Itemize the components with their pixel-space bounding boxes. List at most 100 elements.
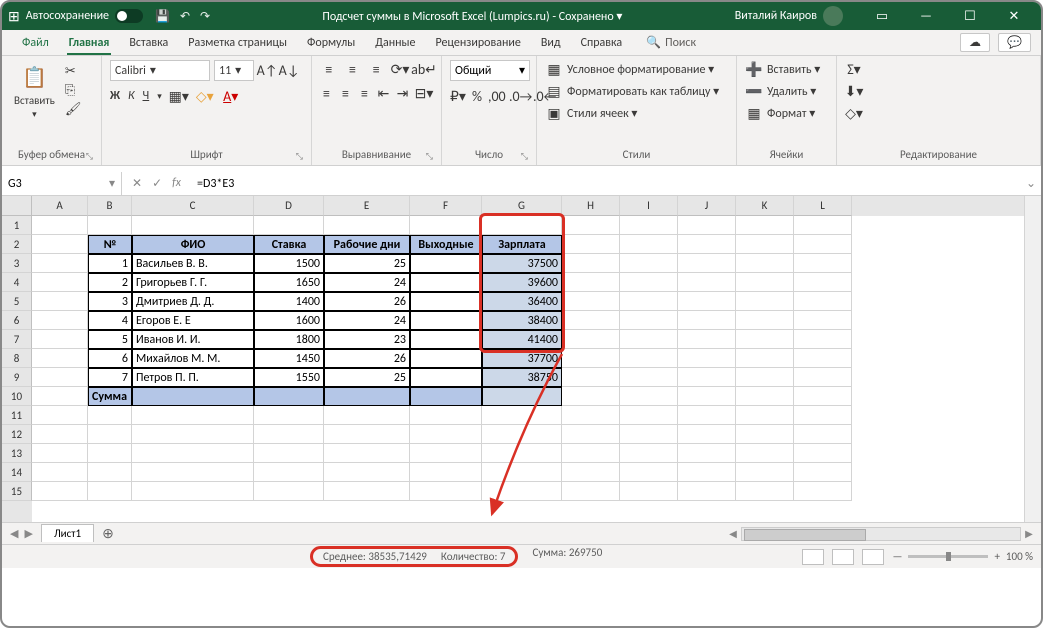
cell[interactable]: 24 [324, 273, 410, 292]
cell[interactable]: 1600 [254, 311, 324, 330]
cell[interactable] [562, 482, 620, 501]
cell[interactable] [620, 216, 678, 235]
cell[interactable] [254, 463, 324, 482]
cell[interactable] [736, 330, 794, 349]
formula-input[interactable]: =D3*E3 [191, 177, 1021, 191]
cell[interactable] [562, 463, 620, 482]
col-header[interactable]: F [410, 196, 482, 216]
cell[interactable] [254, 216, 324, 235]
cell[interactable] [32, 235, 88, 254]
cell[interactable] [678, 444, 736, 463]
cell[interactable] [736, 311, 794, 330]
expand-formula-icon[interactable]: ⌄ [1021, 176, 1041, 191]
cell[interactable]: № [88, 235, 132, 254]
underline-button[interactable]: Ч [143, 89, 150, 103]
cell[interactable]: 3 [88, 292, 132, 311]
cell[interactable]: 1550 [254, 368, 324, 387]
cell[interactable] [620, 425, 678, 444]
minimize-icon[interactable]: — [905, 3, 947, 29]
cell[interactable] [482, 444, 562, 463]
col-header[interactable]: J [678, 196, 736, 216]
zoom-out-icon[interactable]: — [892, 550, 902, 563]
cell[interactable] [132, 216, 254, 235]
cell[interactable] [482, 482, 562, 501]
cell[interactable] [794, 216, 852, 235]
cell[interactable] [562, 387, 620, 406]
cell[interactable] [410, 292, 482, 311]
col-header[interactable]: D [254, 196, 324, 216]
row-header[interactable]: 7 [2, 330, 32, 349]
cell[interactable] [132, 482, 254, 501]
comma-icon[interactable]: ,00 [488, 87, 506, 105]
cell[interactable]: 1800 [254, 330, 324, 349]
comments-button[interactable]: 💬 [998, 33, 1031, 52]
clear-icon[interactable]: ◇▾ [845, 104, 863, 122]
cell[interactable] [678, 273, 736, 292]
cell[interactable] [794, 444, 852, 463]
fill-icon[interactable]: ⬇▾ [845, 82, 863, 100]
cell[interactable] [410, 349, 482, 368]
undo-icon[interactable]: ↶ [180, 9, 190, 24]
cell[interactable] [794, 387, 852, 406]
cell[interactable] [410, 482, 482, 501]
col-header[interactable]: E [324, 196, 410, 216]
align-middle-icon[interactable]: ≡ [344, 60, 362, 78]
cell[interactable]: Ставка [254, 235, 324, 254]
cell[interactable] [254, 406, 324, 425]
cell[interactable] [678, 235, 736, 254]
cell[interactable] [562, 444, 620, 463]
align-center-icon[interactable]: ≡ [339, 84, 352, 102]
cell[interactable] [736, 235, 794, 254]
cell[interactable] [794, 482, 852, 501]
cell[interactable] [620, 235, 678, 254]
cell[interactable] [324, 482, 410, 501]
share-button[interactable]: ☁ [960, 33, 990, 52]
cell[interactable] [88, 444, 132, 463]
font-size-dropdown[interactable]: 11▾ [214, 60, 254, 81]
tab-review[interactable]: Рецензирование [426, 30, 531, 55]
close-icon[interactable]: ✕ [993, 3, 1035, 29]
tab-layout[interactable]: Разметка страницы [178, 30, 297, 55]
insert-cells-button[interactable]: ➕Вставить ▾ [745, 60, 828, 78]
cell[interactable] [736, 387, 794, 406]
worksheet-grid[interactable]: 123456789101112131415 ABCDEFGHIJKL №ФИОС… [2, 196, 1041, 522]
select-all-corner[interactable] [2, 196, 32, 216]
cell[interactable] [794, 273, 852, 292]
cell[interactable] [794, 311, 852, 330]
row-header[interactable]: 14 [2, 463, 32, 482]
cell[interactable] [410, 254, 482, 273]
col-header[interactable]: B [88, 196, 132, 216]
cell[interactable] [678, 482, 736, 501]
cell[interactable]: 38400 [482, 311, 562, 330]
tab-home[interactable]: Главная [59, 30, 120, 55]
cell[interactable] [736, 216, 794, 235]
align-top-icon[interactable]: ≡ [320, 60, 338, 78]
cell[interactable] [482, 406, 562, 425]
col-header[interactable]: K [736, 196, 794, 216]
autosum-icon[interactable]: Σ▾ [845, 60, 863, 78]
italic-button[interactable]: К [128, 89, 135, 103]
font-color-icon[interactable]: A▾ [222, 87, 240, 105]
cell[interactable] [324, 406, 410, 425]
sheet-nav-next-icon[interactable]: ▶ [24, 527, 32, 540]
cell[interactable] [482, 425, 562, 444]
cell[interactable]: 24 [324, 311, 410, 330]
tab-formulas[interactable]: Формулы [297, 30, 365, 55]
zoom-slider[interactable] [908, 555, 988, 558]
view-layout-icon[interactable] [832, 549, 854, 565]
indent-inc-icon[interactable]: ⇥ [396, 84, 409, 102]
cell[interactable]: Егоров Е. Е [132, 311, 254, 330]
cell[interactable] [678, 406, 736, 425]
cell[interactable] [736, 273, 794, 292]
percent-icon[interactable]: % [472, 87, 482, 105]
cell[interactable] [88, 406, 132, 425]
tab-view[interactable]: Вид [531, 30, 571, 55]
sheet-nav-prev-icon[interactable]: ◀ [10, 527, 18, 540]
row-header[interactable]: 10 [2, 387, 32, 406]
cell[interactable] [620, 463, 678, 482]
cell[interactable] [794, 254, 852, 273]
row-header[interactable]: 6 [2, 311, 32, 330]
inc-decimal-icon[interactable]: .0→ [512, 87, 530, 105]
cell[interactable] [32, 330, 88, 349]
merge-icon[interactable]: ⊟▾ [415, 84, 433, 102]
